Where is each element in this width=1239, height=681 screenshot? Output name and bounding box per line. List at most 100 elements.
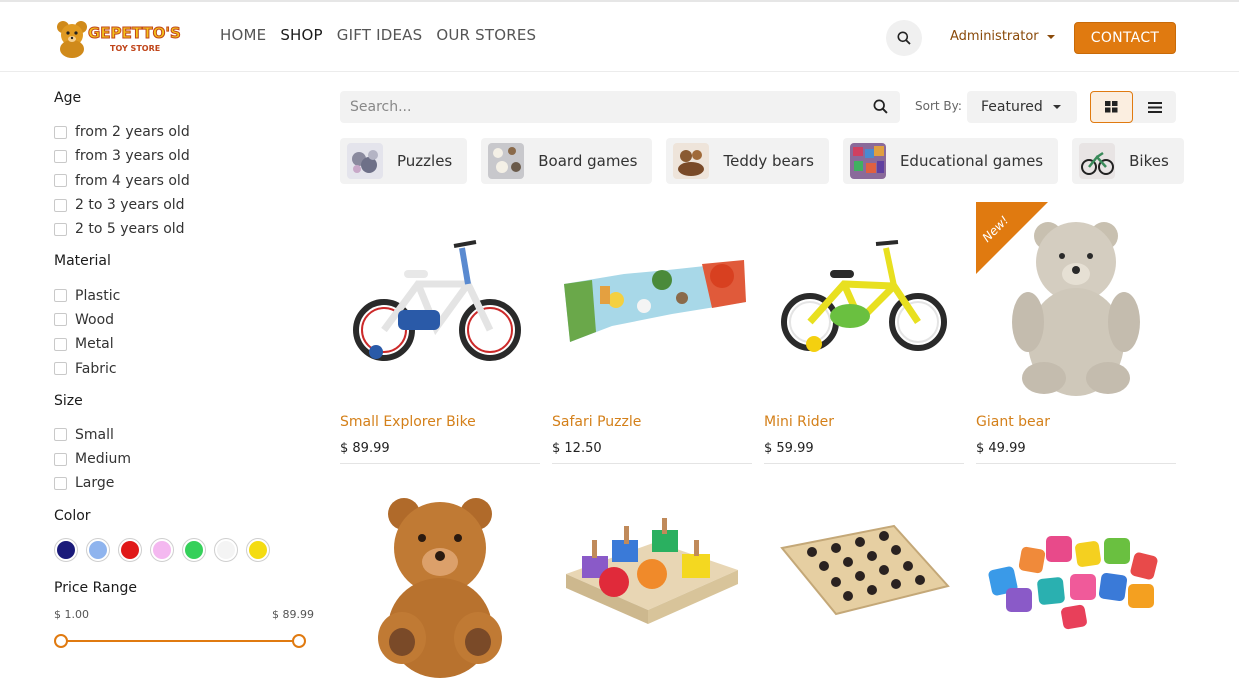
filter-option[interactable]: Wood bbox=[54, 308, 314, 332]
product-card[interactable]: Safari Puzzle $ 12.50 bbox=[552, 202, 752, 456]
category-thumbnail bbox=[673, 143, 710, 179]
product-card[interactable] bbox=[976, 478, 1176, 678]
filter-title-age: Age bbox=[54, 90, 82, 106]
product-card[interactable] bbox=[552, 478, 752, 678]
filter-option[interactable]: 2 to 5 years old bbox=[54, 217, 314, 241]
price-slider-min-handle[interactable] bbox=[54, 633, 68, 648]
nav-our-stores[interactable]: OUR STORES bbox=[436, 26, 536, 44]
filter-option[interactable]: Small bbox=[54, 423, 314, 447]
checkbox[interactable] bbox=[54, 452, 67, 466]
color-swatches bbox=[54, 537, 314, 562]
checkbox[interactable] bbox=[54, 174, 67, 188]
category-educational-games[interactable]: Educational games bbox=[842, 138, 1059, 184]
divider bbox=[340, 463, 540, 464]
category-thumbnail bbox=[488, 143, 525, 179]
product-card[interactable] bbox=[340, 478, 540, 678]
price-slider-max-handle[interactable] bbox=[292, 633, 306, 648]
checkbox[interactable] bbox=[54, 428, 67, 442]
category-teddy-bears[interactable]: Teddy bears bbox=[666, 138, 829, 184]
color-swatch[interactable] bbox=[246, 537, 270, 562]
checkbox[interactable] bbox=[54, 362, 67, 376]
filter-option[interactable]: from 3 years old bbox=[54, 144, 314, 168]
filter-price: Price Range $ 1.00 $ 89.99 bbox=[54, 580, 314, 649]
filter-option[interactable]: Plastic bbox=[54, 283, 314, 307]
chevron-down-icon bbox=[1052, 105, 1061, 109]
product-name[interactable]: Mini Rider bbox=[764, 414, 964, 430]
checkbox[interactable] bbox=[54, 313, 67, 327]
product-card[interactable]: Small Explorer Bike $ 89.99 bbox=[340, 202, 540, 456]
color-swatch-fill bbox=[121, 540, 139, 559]
checkbox[interactable] bbox=[54, 337, 67, 351]
checkbox[interactable] bbox=[54, 149, 67, 163]
filter-option[interactable]: 2 to 3 years old bbox=[54, 193, 314, 217]
product-card[interactable]: Mini Rider $ 59.99 bbox=[764, 202, 964, 456]
list-view-button[interactable] bbox=[1133, 91, 1176, 123]
sort-value: Featured bbox=[981, 99, 1043, 115]
color-swatch[interactable] bbox=[150, 537, 174, 562]
category-bar: Puzzles Board games Teddy bears Educatio… bbox=[340, 138, 1184, 184]
price-slider[interactable] bbox=[54, 633, 306, 649]
color-swatch[interactable] bbox=[182, 537, 206, 562]
color-swatch[interactable] bbox=[54, 537, 78, 562]
category-label: Educational games bbox=[899, 152, 1044, 170]
product-image[interactable] bbox=[764, 202, 964, 402]
site-header: GEPETTO'S TOY STORE HOME SHOP GIFT IDEAS… bbox=[0, 0, 1239, 72]
search-icon[interactable] bbox=[873, 99, 888, 114]
filter-option[interactable]: from 2 years old bbox=[54, 120, 314, 144]
product-card[interactable] bbox=[764, 478, 964, 678]
contact-button[interactable]: CONTACT bbox=[1074, 22, 1176, 54]
search-input[interactable] bbox=[340, 91, 860, 123]
filter-option[interactable]: Medium bbox=[54, 447, 314, 471]
category-board-games[interactable]: Board games bbox=[481, 138, 653, 184]
product-price: $ 59.99 bbox=[764, 441, 814, 456]
color-swatch-fill bbox=[217, 540, 235, 559]
nav-home[interactable]: HOME bbox=[220, 26, 266, 44]
category-label: Board games bbox=[538, 152, 638, 170]
store-logo[interactable]: GEPETTO'S TOY STORE bbox=[54, 18, 190, 58]
price-max: $ 89.99 bbox=[272, 607, 314, 621]
product-image[interactable] bbox=[976, 478, 1176, 678]
divider bbox=[764, 463, 964, 464]
category-label: Bikes bbox=[1129, 152, 1169, 170]
price-labels: $ 1.00 $ 89.99 bbox=[54, 608, 314, 621]
header-search-button[interactable] bbox=[886, 20, 922, 56]
filter-option[interactable]: Large bbox=[54, 471, 314, 495]
nav-gift-ideas[interactable]: GIFT IDEAS bbox=[337, 26, 423, 44]
divider bbox=[552, 463, 752, 464]
price-min: $ 1.00 bbox=[54, 607, 89, 621]
checkbox[interactable] bbox=[54, 198, 67, 212]
filter-sidebar: Age from 2 years old from 3 years old fr… bbox=[54, 90, 314, 661]
sort-dropdown[interactable]: Featured bbox=[967, 91, 1077, 123]
product-image[interactable] bbox=[552, 202, 752, 402]
product-name[interactable]: Small Explorer Bike bbox=[340, 414, 540, 430]
category-puzzles[interactable]: Puzzles bbox=[340, 138, 468, 184]
color-swatch-fill bbox=[57, 540, 75, 559]
filter-option[interactable]: Fabric bbox=[54, 356, 314, 380]
category-thumbnail bbox=[1079, 143, 1116, 179]
filter-option[interactable]: from 4 years old bbox=[54, 169, 314, 193]
checkbox[interactable] bbox=[54, 289, 67, 303]
color-swatch[interactable] bbox=[86, 537, 110, 562]
product-price: $ 12.50 bbox=[552, 441, 602, 456]
filter-size: Size Small Medium Large bbox=[54, 393, 314, 496]
grid-view-button[interactable] bbox=[1090, 91, 1133, 123]
product-image[interactable] bbox=[764, 478, 964, 678]
checkbox[interactable] bbox=[54, 125, 67, 139]
product-price: $ 49.99 bbox=[976, 441, 1026, 456]
product-image[interactable]: New! bbox=[976, 202, 1176, 402]
user-menu[interactable]: Administrator bbox=[950, 29, 1055, 44]
product-name[interactable]: Safari Puzzle bbox=[552, 414, 752, 430]
checkbox[interactable] bbox=[54, 476, 67, 490]
main-nav: HOME SHOP GIFT IDEAS OUR STORES bbox=[220, 26, 536, 44]
product-image[interactable] bbox=[552, 478, 752, 678]
nav-shop[interactable]: SHOP bbox=[280, 26, 322, 44]
product-image[interactable] bbox=[340, 202, 540, 402]
product-image[interactable] bbox=[340, 478, 540, 678]
product-name[interactable]: Giant bear bbox=[976, 414, 1176, 430]
color-swatch[interactable] bbox=[118, 537, 142, 562]
color-swatch[interactable] bbox=[214, 537, 238, 562]
category-bikes[interactable]: Bikes bbox=[1072, 138, 1184, 184]
checkbox[interactable] bbox=[54, 222, 67, 236]
product-card[interactable]: New! Giant bear $ 49.99 bbox=[976, 202, 1176, 456]
filter-option[interactable]: Metal bbox=[54, 332, 314, 356]
